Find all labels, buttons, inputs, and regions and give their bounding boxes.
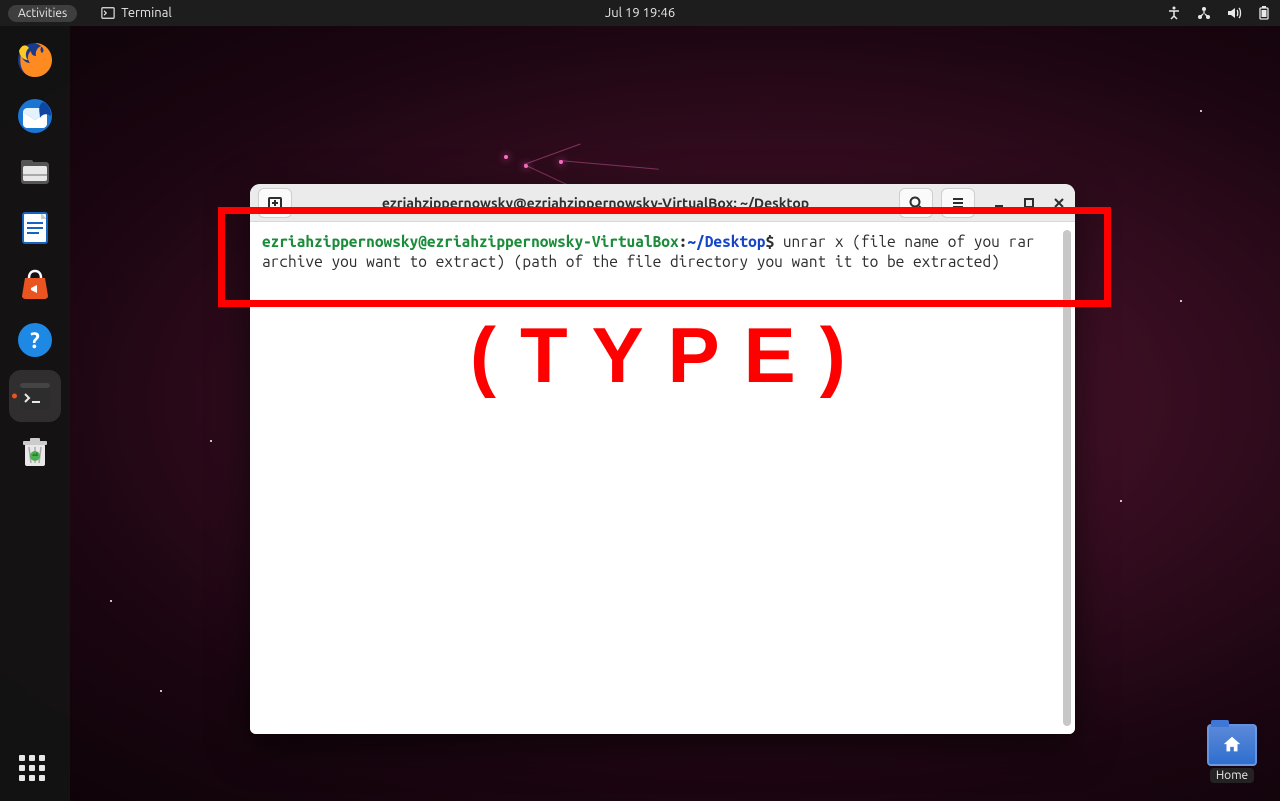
hamburger-menu-button[interactable] — [941, 188, 975, 218]
dock-terminal[interactable] — [9, 370, 61, 422]
folder-icon — [1207, 724, 1257, 766]
top-bar: Activities Terminal Jul 19 19:46 — [0, 0, 1280, 26]
dock-software[interactable] — [9, 258, 61, 310]
terminal-app-icon — [15, 376, 55, 416]
network-icon[interactable] — [1196, 5, 1212, 21]
desktop-home-label: Home — [1210, 768, 1254, 783]
window-title: ezriahzippernowsky@ezriahzippernowsky-Vi… — [300, 195, 891, 211]
dock-trash[interactable] — [9, 426, 61, 478]
close-button[interactable] — [1051, 195, 1067, 211]
libreoffice-writer-icon — [15, 208, 55, 248]
dock-writer[interactable] — [9, 202, 61, 254]
app-indicator-label: Terminal — [121, 6, 172, 20]
desktop-home-folder[interactable]: Home — [1202, 724, 1262, 783]
trash-icon — [15, 432, 55, 472]
activities-button[interactable]: Activities — [8, 5, 77, 22]
terminal-window: ezriahzippernowsky@ezriahzippernowsky-Vi… — [250, 184, 1075, 734]
terminal-icon — [101, 6, 115, 20]
running-indicator-dot — [12, 394, 17, 399]
new-tab-button[interactable] — [258, 188, 292, 218]
prompt-user: ezriahzippernowsky@ezriahzippernowsky-Vi… — [262, 233, 679, 250]
show-applications-button[interactable] — [19, 755, 51, 787]
dock-help[interactable]: ? — [9, 314, 61, 366]
dock-files[interactable] — [9, 146, 61, 198]
svg-text:?: ? — [30, 328, 40, 353]
dock: ? — [0, 26, 70, 801]
help-icon: ? — [15, 320, 55, 360]
files-icon — [15, 152, 55, 192]
clock[interactable]: Jul 19 19:46 — [605, 6, 675, 20]
dock-firefox[interactable] — [9, 34, 61, 86]
minimize-button[interactable] — [991, 195, 1007, 211]
volume-icon[interactable] — [1226, 5, 1242, 21]
terminal-body[interactable]: ezriahzippernowsky@ezriahzippernowsky-Vi… — [250, 222, 1075, 734]
scrollbar[interactable] — [1063, 230, 1071, 726]
window-titlebar[interactable]: ezriahzippernowsky@ezriahzippernowsky-Vi… — [250, 184, 1075, 222]
maximize-button[interactable] — [1021, 195, 1037, 211]
software-center-icon — [15, 264, 55, 304]
terminal-line: ezriahzippernowsky@ezriahzippernowsky-Vi… — [262, 232, 1063, 273]
battery-icon[interactable] — [1256, 5, 1272, 21]
search-button[interactable] — [899, 188, 933, 218]
app-indicator[interactable]: Terminal — [101, 6, 172, 20]
firefox-icon — [15, 40, 55, 80]
dock-thunderbird[interactable] — [9, 90, 61, 142]
prompt-path: ~/Desktop — [687, 233, 765, 250]
accessibility-icon[interactable] — [1166, 5, 1182, 21]
prompt-symbol: $ — [765, 233, 774, 250]
thunderbird-icon — [15, 96, 55, 136]
